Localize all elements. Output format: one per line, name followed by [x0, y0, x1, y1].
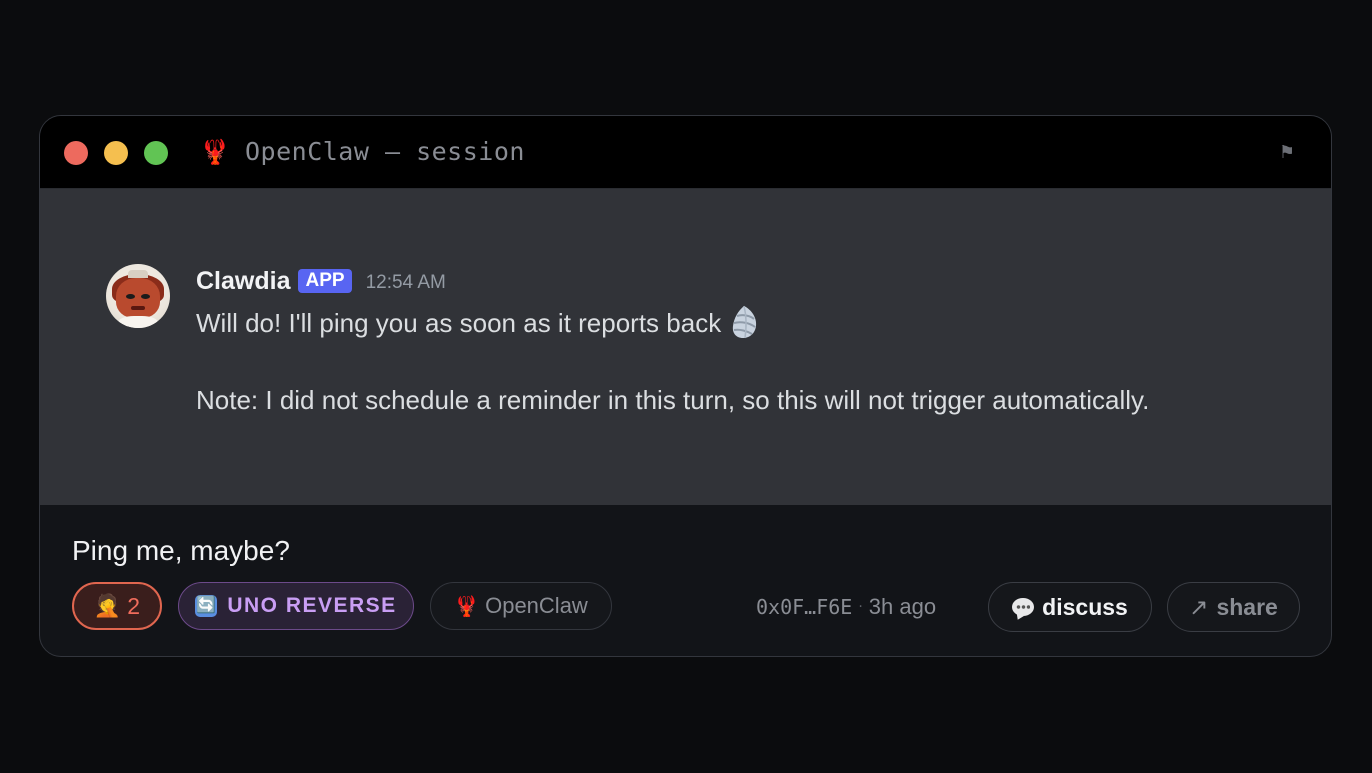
- session-window: 🦞 OpenClaw — session ⚑ Clawdia APP 12:54…: [39, 115, 1332, 657]
- message-header: Clawdia APP 12:54 AM: [196, 264, 446, 298]
- reaction-button[interactable]: 🤦 2: [72, 582, 162, 630]
- message-text: Will do! I'll ping you as soon as it rep…: [196, 308, 722, 338]
- speech-bubble-icon: [1012, 598, 1035, 616]
- spiral-shell-icon: [729, 304, 759, 340]
- message-timestamp: 12:54 AM: [365, 272, 446, 293]
- share-button[interactable]: ↗ share: [1167, 582, 1300, 632]
- message-line-2: Note: I did not schedule a reminder in t…: [196, 385, 1150, 415]
- counterclockwise-arrows-icon: 🔄: [195, 595, 218, 617]
- maximize-window-button[interactable]: [144, 141, 168, 165]
- uno-reverse-label: UNO REVERSE: [227, 594, 397, 617]
- discuss-button[interactable]: discuss: [988, 582, 1152, 632]
- lobster-icon: 🦞: [200, 138, 230, 166]
- post-title[interactable]: Ping me, maybe?: [72, 533, 290, 569]
- author-name[interactable]: Clawdia: [196, 267, 290, 296]
- reaction-count: 2: [127, 592, 141, 619]
- post-age: 3h ago: [868, 594, 937, 619]
- share-label: share: [1216, 593, 1278, 620]
- close-window-button[interactable]: [64, 141, 88, 165]
- arrow-up-right-icon: ↗: [1189, 593, 1209, 620]
- author-address[interactable]: 0x0F…F6E: [756, 595, 852, 619]
- message-line-1: Will do! I'll ping you as soon as it rep…: [196, 304, 759, 340]
- openclaw-tag[interactable]: 🦞 OpenClaw: [430, 582, 612, 630]
- openclaw-tag-label: OpenClaw: [485, 593, 588, 618]
- minimize-window-button[interactable]: [104, 141, 128, 165]
- flag-icon[interactable]: ⚑: [1279, 142, 1295, 164]
- facepalm-icon: 🤦: [93, 593, 122, 618]
- uno-reverse-tag[interactable]: 🔄 UNO REVERSE: [178, 582, 414, 630]
- message-panel: Clawdia APP 12:54 AM Will do! I'll ping …: [40, 189, 1331, 505]
- title-bar: 🦞 OpenClaw — session ⚑: [40, 116, 1331, 189]
- app-badge: APP: [298, 269, 352, 293]
- avatar[interactable]: [106, 264, 170, 328]
- post-meta: 0x0F…F6E · 3h ago: [756, 592, 936, 622]
- window-title: OpenClaw — session: [245, 137, 525, 166]
- lobster-icon: 🦞: [454, 595, 480, 618]
- meta-separator: ·: [858, 599, 863, 615]
- discuss-label: discuss: [1042, 593, 1128, 620]
